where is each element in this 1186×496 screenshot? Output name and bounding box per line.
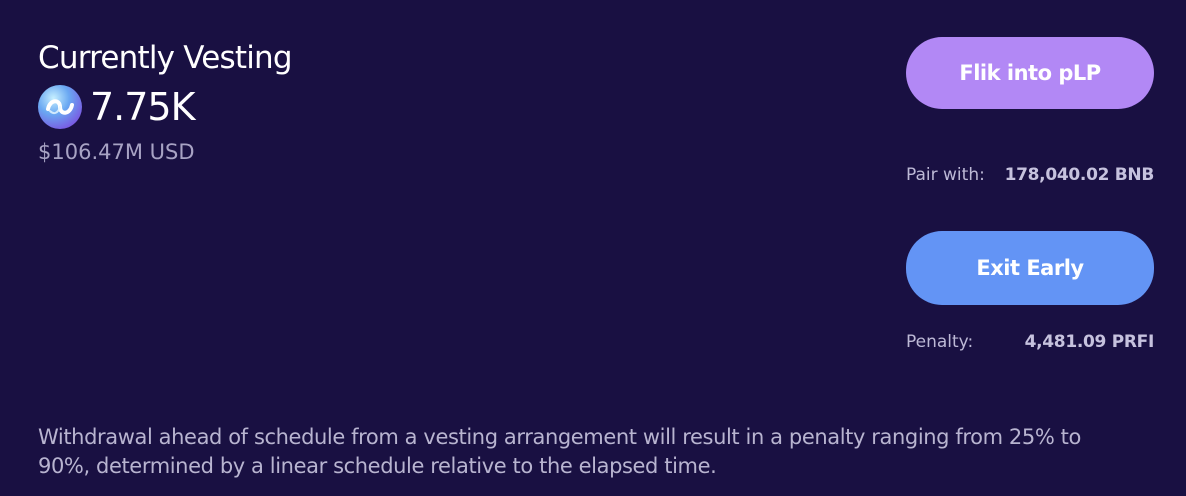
flik-into-plp-button[interactable]: Flik into pLP [906, 37, 1154, 109]
penalty-label: Penalty: [906, 332, 974, 352]
vesting-amount: 7.75K [90, 85, 196, 129]
penalty-value: 4,481.09 PRFI [1024, 332, 1155, 352]
token-logo-icon [38, 85, 82, 129]
pair-with-value: 178,040.02 BNB [1004, 165, 1155, 185]
usd-value: $106.47M USD [38, 140, 195, 164]
penalty-disclaimer: Withdrawal ahead of schedule from a vest… [38, 425, 1081, 478]
vesting-title: Currently Vesting [38, 40, 293, 76]
penalty-row: Penalty: 4,481.09 PRFI [906, 332, 1154, 352]
pair-with-label: Pair with: [906, 165, 985, 185]
vesting-amount-row: 7.75K [38, 84, 196, 130]
exit-early-button[interactable]: Exit Early [906, 231, 1154, 305]
pair-with-row: Pair with: 178,040.02 BNB [906, 165, 1154, 185]
